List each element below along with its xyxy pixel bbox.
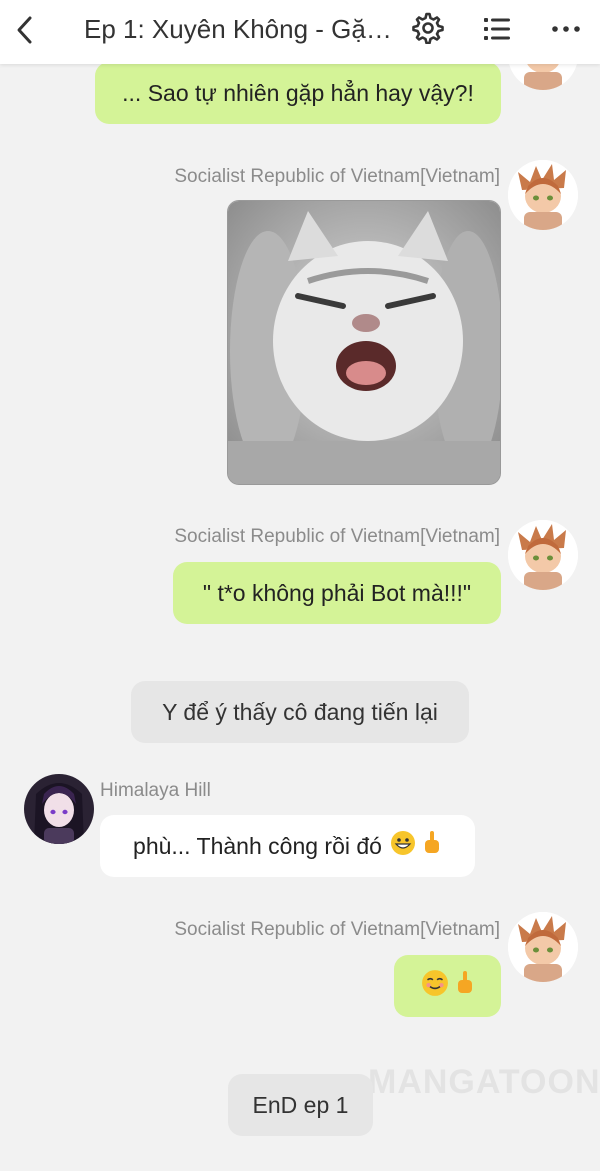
- vietnam-avatar-icon: [508, 912, 578, 982]
- avatar-vietnam[interactable]: [508, 520, 578, 590]
- narration-text: Y để ý thấy cô đang tiến lại: [162, 698, 438, 725]
- message-text: " t*o không phải Bot mà!!!": [202, 579, 472, 606]
- avatar-vietnam[interactable]: [508, 160, 578, 230]
- narration-bubble: Y để ý thấy cô đang tiến lại: [131, 681, 469, 743]
- vietnam-avatar-icon: [508, 160, 578, 230]
- episode-title: Ep 1: Xuyên Không - Gặp...: [84, 14, 394, 44]
- avatar-himalaya[interactable]: [24, 774, 94, 844]
- watermark: MANGATOON: [368, 1063, 600, 1101]
- gear-icon[interactable]: [412, 12, 444, 44]
- message-bubble: ... Sao tự nhiên gặp hẳn hay vậy?!: [95, 62, 501, 124]
- message-text: phù... Thành công rồi đó: [133, 832, 382, 859]
- avatar-vietnam[interactable]: [508, 912, 578, 982]
- hand-gesture-icon: [455, 970, 475, 1002]
- hand-gesture-icon: [422, 830, 442, 862]
- message-text: ... Sao tự nhiên gặp hẳn hay vậy?!: [122, 79, 474, 106]
- chevron-left-icon[interactable]: [10, 12, 42, 48]
- sender-name: Socialist Republic of Vietnam[Vietnam]: [174, 166, 500, 187]
- message-bubble: " t*o không phải Bot mà!!!": [173, 562, 501, 624]
- screaming-cat-photo: [228, 201, 500, 484]
- top-bar: Ep 1: Xuyên Không - Gặp...: [0, 0, 600, 64]
- sender-name: Socialist Republic of Vietnam[Vietnam]: [174, 919, 500, 940]
- narration-text: EnD ep 1: [252, 1091, 349, 1118]
- sender-name: Himalaya Hill: [100, 780, 211, 801]
- message-bubble: [394, 955, 501, 1017]
- himalaya-avatar-icon: [24, 774, 94, 844]
- narration-bubble: EnD ep 1: [228, 1074, 373, 1136]
- vietnam-avatar-icon: [508, 520, 578, 590]
- sender-name: Socialist Republic of Vietnam[Vietnam]: [174, 526, 500, 547]
- smiling-face-icon: [421, 969, 449, 1003]
- more-horizontal-icon[interactable]: [550, 14, 582, 44]
- message-bubble: phù... Thành công rồi đó: [100, 815, 475, 877]
- grinning-face-icon: [390, 830, 416, 862]
- message-image[interactable]: [227, 200, 501, 485]
- list-icon[interactable]: [482, 14, 512, 44]
